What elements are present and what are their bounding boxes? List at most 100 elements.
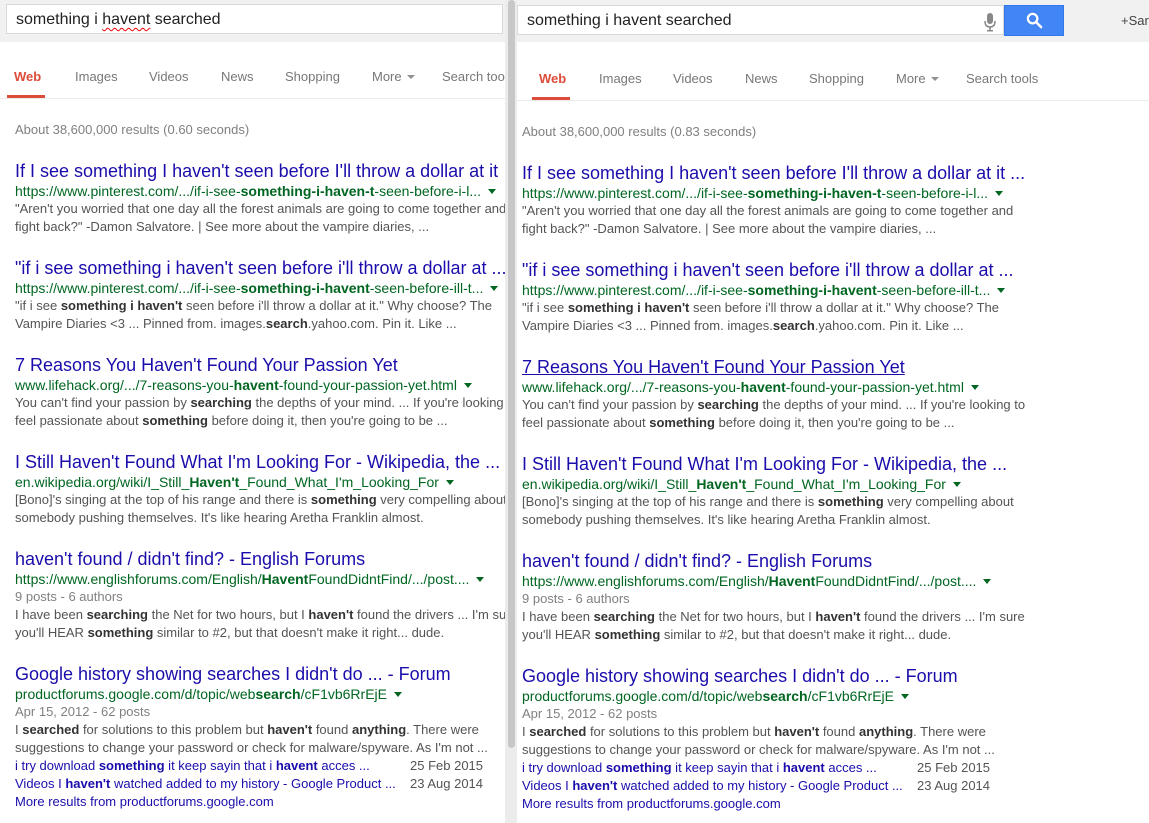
text-run: -seen-before-i-l...: [881, 185, 988, 201]
result-snippet-line: You can't find your passion by searching…: [522, 396, 1142, 414]
result-title-link[interactable]: I Still Haven't Found What I'm Looking F…: [522, 453, 1142, 475]
result-title-link[interactable]: 7 Reasons You Haven't Found Your Passion…: [522, 356, 1142, 378]
search-input[interactable]: something i havent searched: [517, 5, 1004, 35]
highlighted-term: searched: [22, 722, 80, 737]
text-run: -seen-before-ill-t...: [369, 280, 484, 296]
tab-images[interactable]: Images: [75, 69, 118, 84]
result-snippet-line: "if i see something i haven't seen befor…: [522, 299, 1142, 317]
search-header: something i havent searched +Sar: [517, 0, 1149, 42]
url-dropdown-arrow-icon[interactable]: [463, 382, 472, 388]
search-result: 7 Reasons You Haven't Found Your Passion…: [522, 356, 1142, 432]
highlighted-term: haven't: [267, 722, 313, 737]
sublink-date: 25 Feb 2015: [410, 758, 484, 773]
sublink[interactable]: Videos I haven't watched added to my his…: [15, 775, 396, 793]
tab-images[interactable]: Images: [599, 71, 642, 86]
url-dropdown-arrow-icon[interactable]: [952, 481, 961, 487]
sublink[interactable]: i try download something it keep sayin t…: [522, 759, 877, 777]
result-title-link[interactable]: If I see something I haven't seen before…: [15, 160, 505, 182]
result-title-link[interactable]: If I see something I haven't seen before…: [522, 162, 1142, 184]
result-title-link[interactable]: "if i see something i haven't seen befor…: [15, 257, 505, 279]
url-dropdown-arrow-icon[interactable]: [393, 691, 402, 697]
text-run: -found-your-passion-yet.html: [785, 379, 964, 395]
highlighted-term: something i haven't: [60, 298, 183, 313]
url-dropdown-arrow-icon[interactable]: [476, 576, 485, 582]
result-title-link[interactable]: 7 Reasons You Haven't Found Your Passion…: [15, 354, 505, 376]
more-results-link[interactable]: More results from productforums.google.c…: [522, 795, 1142, 813]
search-query-text: something i havent searched: [16, 11, 221, 28]
text-run: somebody pushing themselves. It's like h…: [522, 512, 931, 527]
text-run: "if i see: [522, 300, 568, 315]
text-run: "Aren't you worried that one day all the…: [522, 203, 1014, 218]
result-title-link[interactable]: Google history showing searches I didn't…: [522, 665, 1142, 687]
highlighted-term: havent: [275, 758, 318, 773]
text-run: very compelling about: [376, 492, 505, 507]
search-input[interactable]: something i havent searched: [6, 4, 503, 34]
result-title-link[interactable]: Google history showing searches I didn't…: [15, 663, 505, 685]
text-run: www.lifehack.org/.../7-reasons-you-: [522, 379, 741, 395]
tab-shopping[interactable]: Shopping: [285, 69, 340, 84]
microphone-icon[interactable]: [983, 12, 997, 32]
result-title-link[interactable]: "if i see something i haven't seen befor…: [522, 259, 1142, 281]
url-dropdown-arrow-icon[interactable]: [445, 479, 454, 485]
tab-label: Videos: [149, 69, 189, 84]
text-run: feel passionate about: [522, 415, 650, 430]
result-title-link[interactable]: haven't found / didn't find? - English F…: [15, 548, 505, 570]
tab-web[interactable]: Web: [539, 71, 566, 86]
highlighted-term: search: [265, 316, 308, 331]
tab-more[interactable]: More: [896, 71, 939, 86]
url-dropdown-arrow-icon[interactable]: [490, 285, 499, 291]
result-snippet-line: I searched for solutions to this problem…: [522, 723, 1142, 741]
url-dropdown-arrow-icon[interactable]: [970, 384, 979, 390]
highlighted-term: something: [649, 415, 715, 430]
search-button[interactable]: [1004, 5, 1064, 36]
result-snippet-line: I searched for solutions to this problem…: [15, 721, 505, 739]
tab-news[interactable]: News: [221, 69, 254, 84]
tab-label: Web: [539, 71, 567, 86]
url-dropdown-arrow-icon[interactable]: [488, 188, 496, 194]
text-run: similar to #2, but that doesn't make it …: [153, 625, 445, 640]
result-url: en.wikipedia.org/wiki/I_Still_Haven't_Fo…: [15, 473, 505, 491]
tab-news[interactable]: News: [745, 71, 778, 86]
sublink[interactable]: i try download something it keep sayin t…: [15, 757, 370, 775]
tab-label: More: [896, 71, 926, 86]
highlighted-term: haven't: [815, 609, 861, 624]
text-run: suggestions to change your password or c…: [15, 740, 488, 755]
tab-search-tools[interactable]: Search tools: [442, 69, 505, 84]
url-dropdown-arrow-icon[interactable]: [997, 287, 1006, 293]
tab-videos[interactable]: Videos: [149, 69, 189, 84]
tab-label: Web: [14, 69, 42, 84]
text-run: FoundDidntFind/.../post....: [815, 573, 977, 589]
highlighted-term: Havent: [768, 573, 816, 589]
highlighted-term: havent: [740, 379, 786, 395]
scrollbar-thumb[interactable]: [508, 0, 515, 748]
tab-web[interactable]: Web: [14, 69, 41, 84]
search-result: haven't found / didn't find? - English F…: [522, 550, 1142, 644]
text-run: _Found_What_I'm_Looking_For: [239, 474, 439, 490]
tab-label: Search tools: [442, 69, 505, 84]
tab-more[interactable]: More: [372, 69, 415, 84]
result-url: https://www.pinterest.com/.../if-i-see-s…: [15, 279, 505, 297]
signin-link[interactable]: +Sar: [1121, 13, 1149, 28]
result-title-link[interactable]: haven't found / didn't find? - English F…: [522, 550, 1142, 572]
tab-shopping[interactable]: Shopping: [809, 71, 864, 86]
caret-down-icon: [930, 76, 939, 81]
highlighted-term: something: [605, 760, 672, 775]
tab-search-tools[interactable]: Search tools: [966, 71, 1038, 86]
url-dropdown-arrow-icon[interactable]: [983, 578, 992, 584]
text-run: found: [819, 724, 859, 739]
text-run: Videos I: [15, 776, 66, 791]
more-results-link[interactable]: More results from productforums.google.c…: [15, 793, 505, 811]
search-result: I Still Haven't Found What I'm Looking F…: [15, 451, 505, 527]
highlighted-term: haven't: [572, 778, 618, 793]
url-dropdown-arrow-icon[interactable]: [995, 190, 1003, 196]
sublink[interactable]: Videos I haven't watched added to my his…: [522, 777, 903, 795]
tab-videos[interactable]: Videos: [673, 71, 713, 86]
highlighted-term: something-i-haven-t: [747, 185, 882, 201]
result-title-link[interactable]: I Still Haven't Found What I'm Looking F…: [15, 451, 505, 473]
search-query-text: something i havent searched: [527, 12, 732, 29]
search-tabs: Web Images Videos News Shopping More Search to…: [0, 58, 505, 99]
url-dropdown-arrow-icon[interactable]: [900, 693, 909, 699]
text-run: for solutions to this problem but: [79, 722, 268, 737]
result-snippet-line: "Aren't you worried that one day all the…: [522, 202, 1142, 220]
text-run: productforums.google.com/d/topic/web: [15, 686, 256, 702]
